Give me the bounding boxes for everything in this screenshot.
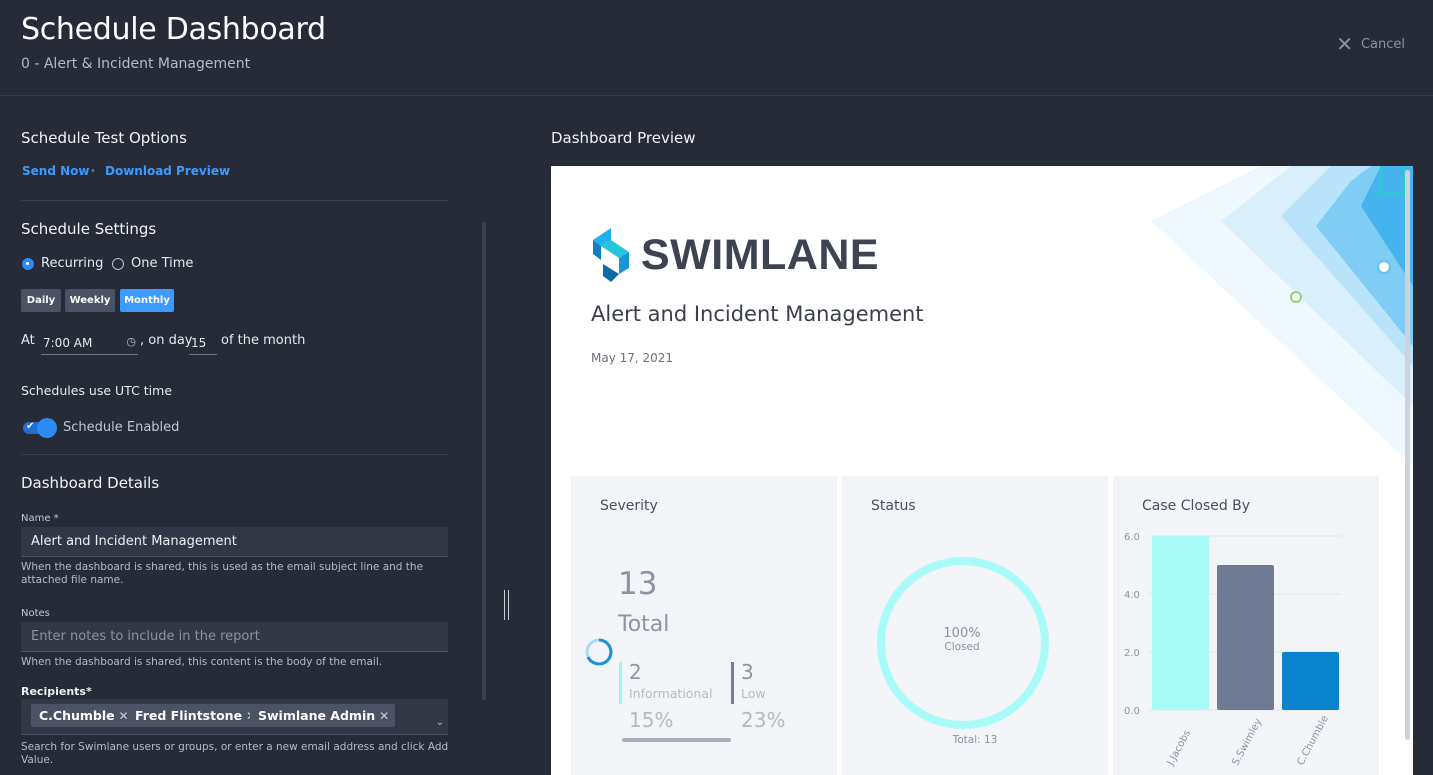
recipients-label: Recipients* <box>21 685 92 698</box>
header-bar: Schedule Dashboard 0 - Alert & Incident … <box>0 0 1433 96</box>
report-title: Alert and Incident Management <box>591 302 924 326</box>
radio-one-time-label: One Time <box>131 256 194 271</box>
day-input[interactable]: 15 <box>189 332 217 355</box>
schedule-enabled-label: Schedule Enabled <box>63 420 180 435</box>
dashboard-preview: SWIMLANE Alert and Incident Management M… <box>551 166 1413 775</box>
test-options-title: Schedule Test Options <box>21 129 187 147</box>
on-day-label: , on day <box>140 333 193 348</box>
report-date: May 17, 2021 <box>591 351 674 365</box>
y-tick-label: 0.0 <box>1124 706 1140 717</box>
utc-note: Schedules use UTC time <box>21 383 173 398</box>
divider <box>21 454 448 455</box>
radio-selected-icon <box>22 257 34 270</box>
severity-total-label: Total <box>618 612 670 637</box>
severity-title: Severity <box>600 498 658 514</box>
radio-recurring-label: Recurring <box>41 256 104 271</box>
link-separator: • <box>90 166 96 177</box>
dashboard-details-title: Dashboard Details <box>21 474 160 492</box>
swimlane-logo: SWIMLANE <box>591 226 879 284</box>
close-icon: ✕ <box>1336 32 1353 56</box>
download-preview-link[interactable]: Download Preview <box>105 164 230 178</box>
notes-field[interactable]: Enter notes to include in the report <box>21 622 448 652</box>
at-label: At <box>21 333 35 348</box>
frequency-monthly[interactable]: Monthly <box>120 289 174 312</box>
loading-spinner-icon <box>585 638 613 666</box>
notes-label: Notes <box>21 608 50 619</box>
status-title: Status <box>871 498 916 514</box>
bar-j-jacobs <box>1152 536 1209 710</box>
name-help: When the dashboard is shared, this is us… <box>21 561 424 586</box>
status-total: Total: 13 <box>952 734 998 746</box>
recipient-chip: Fred Flintstone✕ <box>127 704 263 727</box>
page-title: Schedule Dashboard <box>21 12 326 47</box>
preview-title: Dashboard Preview <box>551 129 696 147</box>
cancel-button[interactable]: ✕ Cancel <box>1336 32 1405 56</box>
day-value: 15 <box>191 336 207 350</box>
case-closed-card: Case Closed By 0.0 2.0 4.0 6.0 J.Jacobs S.Swi… <box>1113 476 1379 775</box>
clock-icon: ◷ <box>126 335 136 348</box>
logo-text: SWIMLANE <box>641 230 880 279</box>
recipient-chip: Swimlane Admin ✕ <box>250 704 396 727</box>
left-scrollbar[interactable] <box>482 222 486 700</box>
time-value: 7:00 AM <box>43 336 93 350</box>
of-month-label: of the month <box>221 333 306 348</box>
recipient-chip: C.Chumble ✕ <box>31 704 135 727</box>
x-tick-label: S.Swimley <box>1230 717 1264 768</box>
name-value: Alert and Incident Management <box>31 534 237 549</box>
severity-card: Severity 13 Total 2 Informational 15% 3 … <box>571 476 837 775</box>
frequency-weekly[interactable]: Weekly <box>65 289 115 312</box>
notes-placeholder: Enter notes to include in the report <box>31 629 260 644</box>
remove-icon[interactable]: ✕ <box>379 709 389 723</box>
x-tick-label: J.Jacobs <box>1165 728 1193 768</box>
cancel-label: Cancel <box>1360 36 1405 52</box>
radio-recurring[interactable]: Recurring <box>22 256 103 271</box>
severity-total: 13 <box>618 566 658 602</box>
status-center: 100% Closed <box>943 626 981 653</box>
chevron-down-icon[interactable]: ⌄ <box>436 717 444 728</box>
y-tick-label: 2.0 <box>1124 648 1140 659</box>
notes-help: When the dashboard is shared, this conte… <box>21 656 383 668</box>
recipients-help: Search for Swimlane users or groups, or … <box>21 741 449 766</box>
frequency-daily[interactable]: Daily <box>21 289 61 312</box>
case-closed-chart: 0.0 2.0 4.0 6.0 J.Jacobs S.Swimley C.Chumble <box>1124 532 1341 768</box>
radio-one-time[interactable]: One Time <box>112 256 193 271</box>
send-now-link[interactable]: Send Now <box>22 164 89 178</box>
name-field[interactable]: Alert and Incident Management <box>21 527 448 557</box>
swimlane-logo-icon <box>593 228 629 282</box>
bar-s-swimley <box>1217 565 1274 710</box>
decorative-graphic <box>1151 166 1413 466</box>
preview-scrollbar[interactable] <box>1405 170 1410 740</box>
check-icon: ✔ <box>26 421 35 432</box>
bar-c-chumble <box>1282 652 1339 710</box>
name-label: Name * <box>21 513 59 524</box>
schedule-settings-title: Schedule Settings <box>21 220 157 238</box>
recipients-field[interactable]: C.Chumble✕ Fred Flintstone✕ Swimlane Adm… <box>21 699 448 735</box>
divider <box>21 200 448 201</box>
schedule-enabled-toggle[interactable]: ✔ <box>23 418 57 438</box>
page-subtitle: 0 - Alert & Incident Management <box>21 56 251 72</box>
y-tick-label: 6.0 <box>1124 532 1140 543</box>
severity-baseline <box>622 738 731 742</box>
panel-resize-handle[interactable] <box>504 590 509 620</box>
radio-unselected-icon <box>112 257 124 270</box>
status-card: Status 100% Closed Total: 13 <box>842 476 1108 775</box>
time-input[interactable]: 7:00 AM ◷ <box>41 332 138 355</box>
x-tick-label: C.Chumble <box>1295 714 1330 768</box>
y-tick-label: 4.0 <box>1124 590 1140 601</box>
